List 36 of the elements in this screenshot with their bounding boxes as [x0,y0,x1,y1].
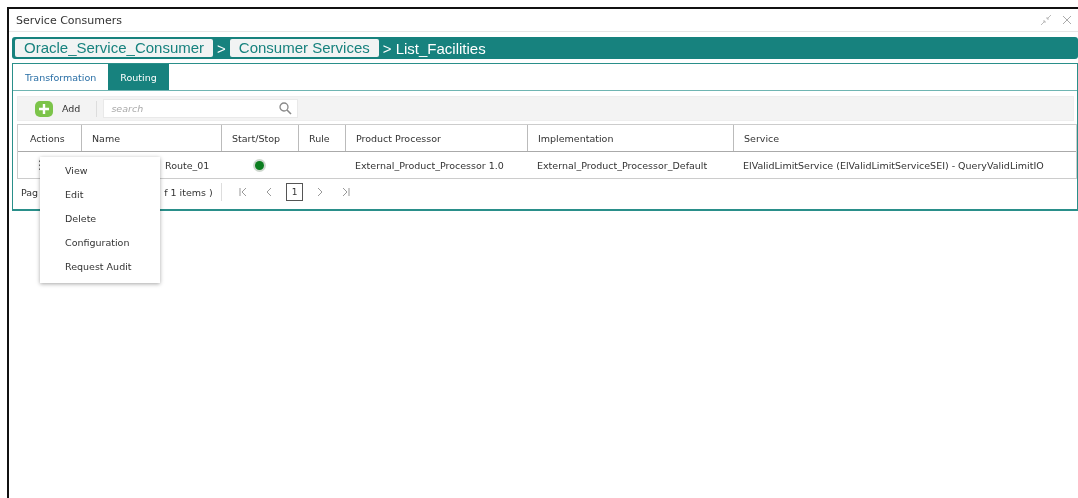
item-count: f 1 items ) [164,186,213,198]
table-cell: External_Product_Processor 1.0 [355,159,504,171]
column-header: Actions [29,131,66,146]
search-input[interactable]: search [109,102,280,115]
breadcrumb-link[interactable]: Oracle_Service_Consumer [15,39,214,57]
column-header: Name [81,125,221,151]
add-button[interactable]: Add [62,103,81,114]
menu-item[interactable]: Configuration [40,231,160,255]
window-title: Service Consumers [16,13,122,27]
column-header: Implementation [527,125,733,151]
menu-item[interactable]: Delete [40,207,160,231]
column-header: Rule [298,125,345,151]
status-dot[interactable] [255,160,264,170]
collapse-icon[interactable] [1040,14,1052,26]
menu-item[interactable]: Request Audit [40,255,160,279]
search-field[interactable]: search [103,99,299,118]
menu-item[interactable]: View [40,159,160,183]
column-header: Product Processor [345,125,527,151]
table-cell: External_Product_Processor_Default [537,159,708,171]
last-page-icon[interactable] [341,187,352,197]
page-number[interactable]: 1 [285,183,304,201]
breadcrumb-separator: > [217,39,226,57]
first-page-icon[interactable] [237,187,248,197]
column-header: Service [733,125,1078,151]
menu-item[interactable]: Edit [40,183,160,207]
add-icon[interactable] [35,100,53,117]
table-cell: Route_01 [165,159,210,171]
column-header: Start/Stop [221,125,298,151]
breadcrumb-current: > List_Facilities [382,39,486,57]
breadcrumb-link[interactable]: Consumer Services [229,39,379,57]
search-icon[interactable] [279,102,293,115]
close-icon[interactable] [1062,15,1072,25]
tab[interactable]: Routing [108,64,169,90]
tab[interactable]: Transformation [13,64,109,90]
pager-label: Pag [21,186,39,198]
table-cell: ElValidLimitService (ElValidLimitServiceSEI) - QueryValidLimitIO [743,159,1044,171]
